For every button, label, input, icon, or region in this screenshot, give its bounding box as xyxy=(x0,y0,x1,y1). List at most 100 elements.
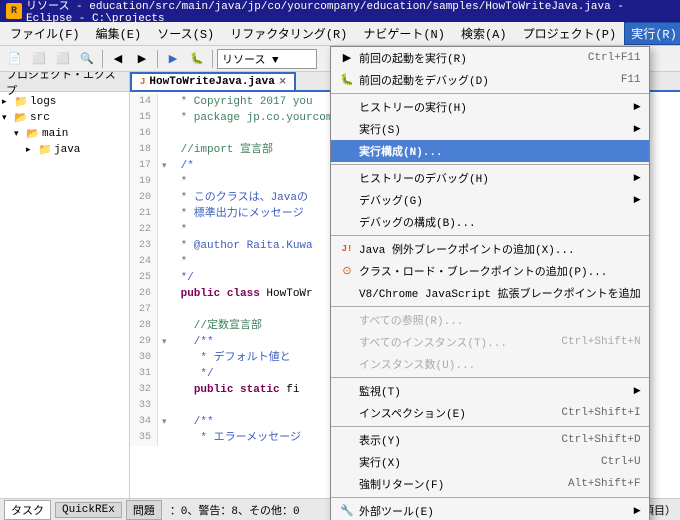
menu-sep-7 xyxy=(331,497,649,498)
menu-sep-1 xyxy=(331,93,649,94)
menu-debug-config-label: デバッグの構成(B)... xyxy=(359,214,641,230)
menu-sep-6 xyxy=(331,426,649,427)
run-dropdown-menu[interactable]: ▶ 前回の起動を実行(R) Ctrl+F11 🐛 前回の起動をデバッグ(D) F… xyxy=(330,46,650,520)
menu-v8-bp[interactable]: V8/Chrome JavaScript 拡張ブレークポイントを追加 xyxy=(331,282,649,304)
menu-force-return[interactable]: 強制リターン(F) Alt+Shift+F xyxy=(331,473,649,495)
menu-debug-last-label: 前回の起動をデバッグ(D) xyxy=(359,72,601,88)
submenu-arrow-run-s: ▶ xyxy=(634,124,641,134)
external-tools-icon: 🔧 xyxy=(339,503,355,519)
tree-label-java: java xyxy=(54,144,80,156)
toolbar-btn3[interactable]: ⬜ xyxy=(52,48,74,70)
toolbar-btn2[interactable]: ⬜ xyxy=(28,48,50,70)
toolbar-back[interactable]: ◀ xyxy=(107,48,129,70)
submenu-arrow-history: ▶ xyxy=(634,102,641,112)
menu-all-refs: すべての参照(R)... xyxy=(331,309,649,331)
tree-area: ▸ 📁 logs ▾ 📂 src ▾ 📂 main ▸ 📁 java xyxy=(0,92,129,160)
toolbar-btn4[interactable]: 🔍 xyxy=(76,48,98,70)
menu-run-last[interactable]: ▶ 前回の起動を実行(R) Ctrl+F11 xyxy=(331,47,649,69)
toolbar-debug[interactable]: 🐛 xyxy=(186,48,208,70)
instance-count-icon xyxy=(339,356,355,372)
toolbar-new[interactable]: 📄 xyxy=(4,48,26,70)
status-tab-problems[interactable]: 問題 xyxy=(126,500,162,520)
status-tab-quickrex[interactable]: QuickREx xyxy=(55,502,122,518)
editor-tab-label: HowToWriteJava.java xyxy=(149,76,274,88)
menu-run[interactable]: 実行(R) xyxy=(624,22,680,45)
menu-display[interactable]: 表示(Y) Ctrl+Shift+D xyxy=(331,429,649,451)
status-tab-task[interactable]: タスク xyxy=(4,500,51,520)
menu-history-debug-label: ヒストリーのデバッグ(H) xyxy=(359,170,626,186)
toolbar-perspective-dropdown[interactable]: リソース ▼ xyxy=(217,49,317,69)
left-panel: プロジェクト・エクスプ ▸ 📁 logs ▾ 📂 src ▾ 📂 main ▸ … xyxy=(0,72,130,498)
menu-debug-config[interactable]: デバッグの構成(B)... xyxy=(331,211,649,233)
tree-arrow-src: ▾ xyxy=(2,113,14,123)
debug-g-icon xyxy=(339,192,355,208)
menu-instance-count-label: インスタンス数(U)... xyxy=(359,356,641,372)
history-debug-icon xyxy=(339,170,355,186)
tree-arrow-main: ▾ xyxy=(14,129,26,139)
menu-java-exception-bp-label: Java 例外ブレークポイントの追加(X)... xyxy=(359,241,641,257)
menu-inspect-shortcut: Ctrl+Shift+I xyxy=(561,407,640,419)
inspect-icon xyxy=(339,405,355,421)
menu-force-return-label: 強制リターン(F) xyxy=(359,476,548,492)
menu-debug-g-label: デバッグ(G) xyxy=(359,192,626,208)
run-icon: ▶ xyxy=(339,50,355,66)
toolbar-run[interactable]: ▶ xyxy=(162,48,184,70)
project-explorer-tab[interactable]: プロジェクト・エクスプ xyxy=(0,72,129,92)
menu-run-s-label: 実行(S) xyxy=(359,121,626,137)
menu-navigate[interactable]: ナビゲート(N) xyxy=(355,22,453,45)
menu-run-last-shortcut: Ctrl+F11 xyxy=(588,52,641,64)
menu-source[interactable]: ソース(S) xyxy=(149,22,222,45)
menu-debug-last[interactable]: 🐛 前回の起動をデバッグ(D) F11 xyxy=(331,69,649,91)
menu-inspect[interactable]: インスペクション(E) Ctrl+Shift+I xyxy=(331,402,649,424)
debug-icon: 🐛 xyxy=(339,72,355,88)
menu-run-config[interactable]: 実行構成(N)... xyxy=(331,140,649,162)
menu-run-s[interactable]: 実行(S) ▶ xyxy=(331,118,649,140)
menu-sep-5 xyxy=(331,377,649,378)
menu-all-refs-label: すべての参照(R)... xyxy=(359,312,641,328)
display-icon xyxy=(339,432,355,448)
menu-instance-count: インスタンス数(U)... xyxy=(331,353,649,375)
toolbar-fwd[interactable]: ▶ xyxy=(131,48,153,70)
menu-execute-shortcut: Ctrl+U xyxy=(601,456,641,468)
menu-all-instances-label: すべてのインスタンス(T)... xyxy=(359,334,541,350)
tree-item-main[interactable]: ▾ 📂 main xyxy=(2,126,127,142)
tree-label-logs: logs xyxy=(30,96,56,108)
menu-project[interactable]: プロジェクト(P) xyxy=(515,22,625,45)
menu-all-instances-shortcut: Ctrl+Shift+N xyxy=(561,336,640,348)
menu-file[interactable]: ファイル(F) xyxy=(2,22,88,45)
toolbar-sep1 xyxy=(102,50,103,68)
tree-item-java[interactable]: ▸ 📁 java xyxy=(2,142,127,158)
tree-arrow-logs: ▸ xyxy=(2,97,14,107)
menu-sep-4 xyxy=(331,306,649,307)
menu-display-label: 表示(Y) xyxy=(359,432,541,448)
menu-history-run[interactable]: ヒストリーの実行(H) ▶ xyxy=(331,96,649,118)
all-refs-icon xyxy=(339,312,355,328)
folder-icon-java: 📁 xyxy=(38,143,52,157)
folder-icon-logs: 📁 xyxy=(14,95,28,109)
menu-refactor[interactable]: リファクタリング(R) xyxy=(222,22,355,45)
submenu-arrow-watch: ▶ xyxy=(634,386,641,396)
menu-inspect-label: インスペクション(E) xyxy=(359,405,541,421)
app-icon: R xyxy=(6,3,22,19)
tree-item-src[interactable]: ▾ 📂 src xyxy=(2,110,127,126)
menu-debug-g[interactable]: デバッグ(G) ▶ xyxy=(331,189,649,211)
menu-classload-bp[interactable]: ⊙ クラス・ロード・ブレークポイントの追加(P)... xyxy=(331,260,649,282)
menu-external-tools-label: 外部ツール(E) xyxy=(359,503,626,519)
menu-sep-3 xyxy=(331,235,649,236)
menu-watch[interactable]: 監視(T) ▶ xyxy=(331,380,649,402)
menu-external-tools[interactable]: 🔧 外部ツール(E) ▶ xyxy=(331,500,649,520)
menu-history-run-label: ヒストリーの実行(H) xyxy=(359,99,626,115)
menu-java-exception-bp[interactable]: J! Java 例外ブレークポイントの追加(X)... xyxy=(331,238,649,260)
menu-history-debug[interactable]: ヒストリーのデバッグ(H) ▶ xyxy=(331,167,649,189)
editor-tab-howtowrite[interactable]: J HowToWriteJava.java ✕ xyxy=(130,72,296,90)
v8-icon xyxy=(339,285,355,301)
menu-sep-2 xyxy=(331,164,649,165)
submenu-arrow-hist-debug: ▶ xyxy=(634,173,641,183)
tree-label-src: src xyxy=(30,112,50,124)
menu-edit[interactable]: 編集(E) xyxy=(88,22,150,45)
menu-execute[interactable]: 実行(X) Ctrl+U xyxy=(331,451,649,473)
execute-icon xyxy=(339,454,355,470)
run-config-icon xyxy=(339,143,355,159)
tab-close-icon[interactable]: ✕ xyxy=(279,77,287,87)
menu-search[interactable]: 検索(A) xyxy=(453,22,515,45)
